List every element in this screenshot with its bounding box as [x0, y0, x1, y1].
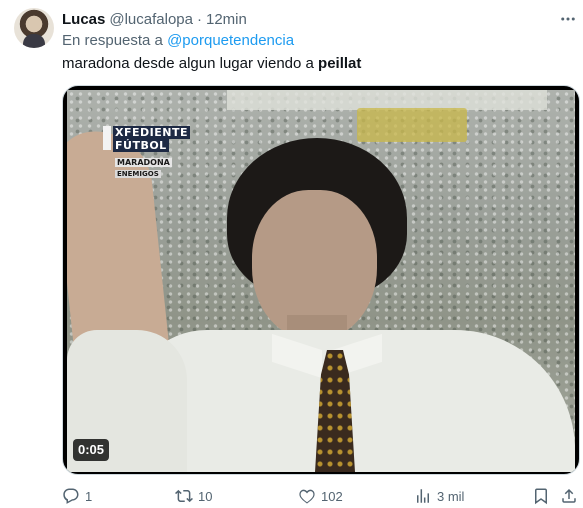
like-count: 102: [321, 488, 343, 504]
logo-bar: [103, 126, 111, 150]
stadium-banner: [227, 90, 547, 110]
reply-prefix: En respuesta a: [62, 32, 163, 49]
reply-icon: [63, 488, 79, 504]
tweet-time[interactable]: 12min: [206, 11, 247, 28]
like-icon: [299, 489, 315, 504]
reply-to-link[interactable]: @porquetendencia: [167, 32, 294, 49]
logo-line-4: ENEMIGOS: [115, 170, 161, 178]
tweet-text-bold: peillat: [318, 55, 362, 72]
reply-context: En respuesta a @porquetendencia: [62, 32, 294, 49]
logo-line-3: MARADONA: [115, 158, 172, 167]
reply-count: 1: [85, 488, 93, 504]
stadium-flag: [357, 108, 467, 142]
more-icon: [561, 17, 575, 21]
video-duration: 0:05: [73, 439, 110, 461]
action-bar: 1 10 102 3 mil: [62, 485, 580, 507]
views-icon: [417, 489, 429, 503]
bookmark-icon: [535, 488, 547, 505]
avatar[interactable]: [14, 8, 54, 48]
more-button[interactable]: [558, 9, 578, 29]
tweet-text-start: maradona desde algun lugar viendo a: [62, 55, 319, 72]
share-icon: [562, 488, 576, 503]
tweet[interactable]: Lucas @lucafalopa · 12min En respuesta a…: [0, 0, 583, 508]
retweet-count: 10: [198, 488, 213, 504]
retweet-icon: [175, 489, 193, 503]
author-handle[interactable]: @lucafalopa: [109, 11, 193, 28]
separator-dot: ·: [196, 10, 202, 28]
like-button[interactable]: 102: [298, 485, 343, 507]
views-button[interactable]: 3 mil: [414, 485, 464, 507]
tweet-header: Lucas @lucafalopa · 12min: [62, 9, 247, 29]
logo-line-2: FÚTBOL: [113, 139, 169, 152]
reply-button[interactable]: 1: [62, 485, 92, 507]
tweet-text: maradona desde algun lugar viendo a peil…: [62, 55, 361, 72]
retweet-button[interactable]: 10: [175, 485, 212, 507]
logo-line-1: XFEDIENTE: [113, 126, 190, 139]
views-count: 3 mil: [437, 488, 465, 504]
author-name[interactable]: Lucas: [62, 11, 105, 28]
share-button[interactable]: [560, 485, 578, 507]
bookmark-button[interactable]: [532, 485, 550, 507]
video-frame: XFEDIENTE FÚTBOL MARADONA ENEMIGOS: [67, 90, 575, 472]
tv-channel-logo: XFEDIENTE FÚTBOL MARADONA ENEMIGOS: [103, 126, 190, 188]
video-player[interactable]: XFEDIENTE FÚTBOL MARADONA ENEMIGOS 0:05: [62, 85, 580, 475]
